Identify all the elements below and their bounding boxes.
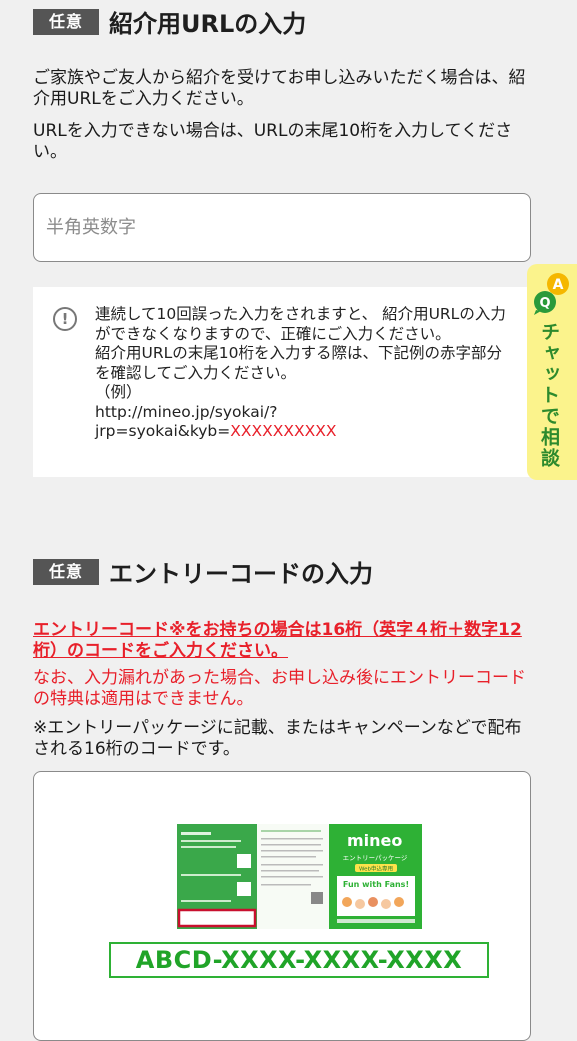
referral-section-header: 任意 紹介用URLの入力	[33, 4, 306, 39]
chat-qa-icon: A Q	[534, 273, 569, 315]
example-label: （例）	[95, 383, 142, 401]
entry-code-highlight: エントリーコード※をお持ちの場合は16桁（英字４桁＋数字12桁）のコードをご入力…	[33, 620, 522, 661]
chat-icon-q: Q	[539, 296, 550, 311]
warning-icon: !	[53, 307, 77, 331]
entry-package-illustration-box: mineo エントリーパッケージ Web申込専用 Fun with Fans! …	[33, 771, 531, 1041]
notice-line-1: 連続して10回誤った入力をされますと、 紹介用URLの入力ができなくなりますので…	[95, 305, 506, 343]
entry-package-image: mineo エントリーパッケージ Web申込専用 Fun with Fans!	[177, 824, 422, 929]
referral-description-2: URLを入力できない場合は、URLの末尾10桁を入力してください。	[33, 121, 513, 162]
referral-url-field[interactable]	[33, 193, 531, 262]
chat-icon-a: A	[553, 277, 564, 293]
notice-line-2: 紹介用URLの末尾10桁を入力する際は、下記例の赤字部分を確認してご入力ください…	[95, 344, 502, 382]
optional-badge-2: 任意	[33, 558, 100, 585]
entry-section-header: 任意 エントリーコードの入力	[33, 554, 373, 589]
example-url-2: jrp=syokai&kyb=XXXXXXXXXX	[95, 422, 515, 442]
referral-description: ご家族やご友人から紹介を受けてお申し込みいただく場合は、紹介用URLをご入力くだ…	[33, 68, 526, 109]
package-brand: mineo	[347, 831, 402, 850]
example-url-red: XXXXXXXXXX	[230, 422, 337, 440]
package-sub: Web申込専用	[359, 865, 393, 873]
referral-title: 紹介用URLの入力	[109, 10, 307, 38]
entry-code-warning: なお、入力漏れがあった場合、お申し込み後にエントリーコードの特典は適用はできませ…	[33, 668, 526, 709]
entry-code-note: ※エントリーパッケージに記載、またはキャンペーンなどで配布される16桁のコードで…	[33, 718, 522, 759]
chat-label: チャットで相談	[538, 322, 560, 469]
referral-notice: ! 連続して10回誤った入力をされますと、 紹介用URLの入力ができなくなります…	[33, 287, 531, 477]
entry-code-example: ABCD-XXXX-XXXX-XXXX	[109, 942, 489, 978]
referral-url-input[interactable]	[44, 193, 530, 262]
example-url-1: http://mineo.jp/syokai/?	[95, 402, 278, 421]
package-label: エントリーパッケージ	[343, 854, 408, 862]
chat-consult-tab[interactable]: A Q チャットで相談	[527, 264, 577, 480]
entry-code-title: エントリーコードの入力	[109, 560, 374, 588]
optional-badge: 任意	[33, 8, 100, 35]
notice-text: 連続して10回誤った入力をされますと、 紹介用URLの入力ができなくなりますので…	[95, 305, 515, 442]
example-url-prefix: jrp=syokai&kyb=	[95, 422, 231, 440]
package-fun: Fun with Fans!	[343, 880, 409, 889]
